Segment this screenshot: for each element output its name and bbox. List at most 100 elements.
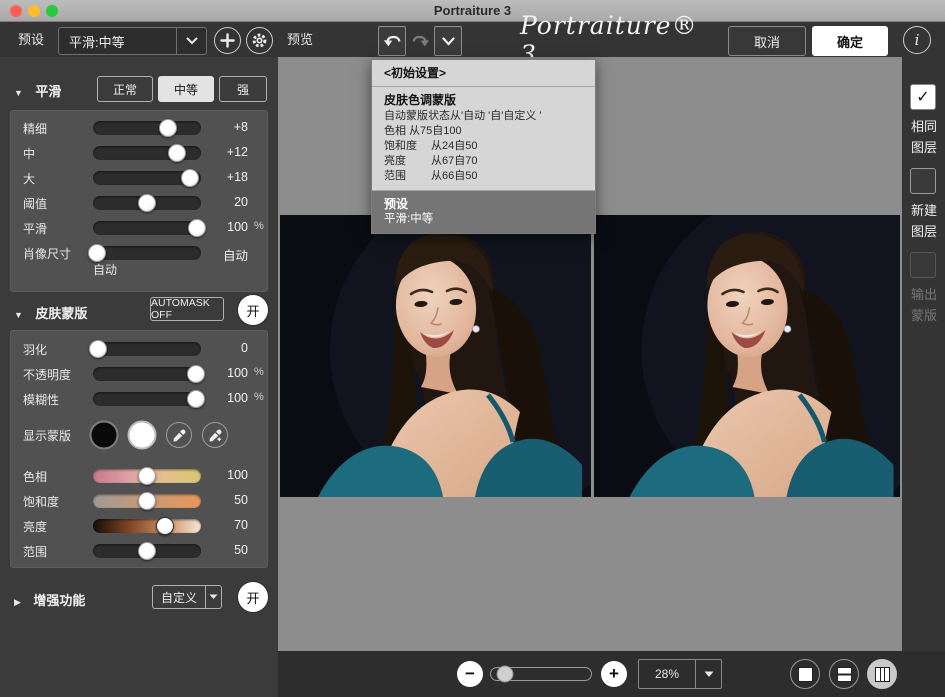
enhancements-title: 增强功能 bbox=[33, 593, 85, 608]
zoom-level-select[interactable]: 28% bbox=[638, 659, 722, 689]
history-controls bbox=[378, 26, 462, 56]
close-window-button[interactable] bbox=[10, 5, 22, 17]
mode-strong-button[interactable]: 强 bbox=[219, 76, 267, 102]
skin-mask-power-button[interactable]: 开 bbox=[238, 295, 268, 325]
slider-value: 20 bbox=[206, 195, 248, 209]
slider-value: +18 bbox=[206, 170, 248, 184]
zoom-level-value: 28% bbox=[639, 660, 695, 688]
slider-thumb[interactable] bbox=[181, 169, 199, 187]
history-entry-line: 饱和度 从24自50 bbox=[384, 139, 583, 154]
maximize-window-button[interactable] bbox=[46, 5, 58, 17]
enhancements-preset-select[interactable]: 自定义 bbox=[152, 585, 222, 609]
skin-mask-slider-group: 羽化 0 不透明度 100 % 模糊性 100 % 显示蒙版 bbox=[10, 330, 268, 568]
eyedropper-button[interactable] bbox=[166, 422, 192, 448]
preset-value: 平滑:中等 bbox=[59, 32, 176, 51]
large-slider[interactable] bbox=[93, 171, 201, 185]
enhancements-section-header[interactable]: ▶ 增强功能 bbox=[14, 590, 85, 610]
smoothing-slider[interactable] bbox=[93, 221, 201, 235]
slider-thumb[interactable] bbox=[187, 365, 205, 383]
preview-image-before[interactable] bbox=[280, 215, 591, 497]
slider-label: 中 bbox=[23, 145, 35, 162]
luminance-slider[interactable] bbox=[93, 519, 201, 533]
vertical-split-view-button[interactable] bbox=[867, 659, 897, 689]
mode-medium-button[interactable]: 中等 bbox=[158, 76, 214, 102]
enhancements-power-button[interactable]: 开 bbox=[238, 582, 268, 612]
vertical-split-icon bbox=[875, 667, 890, 682]
slider-value: 自动 bbox=[206, 245, 248, 264]
history-dropdown-button[interactable] bbox=[434, 26, 462, 56]
zoom-out-button[interactable]: − bbox=[457, 661, 483, 687]
smoothing-section-header[interactable]: ▼ 平滑 bbox=[14, 81, 61, 101]
automask-button[interactable]: AUTOMASK OFF bbox=[150, 297, 224, 321]
chevron-down-icon bbox=[176, 28, 206, 54]
eyedropper-icon bbox=[173, 429, 186, 442]
mask-black-swatch[interactable] bbox=[90, 421, 119, 450]
same-layer-label: 相同图层 bbox=[911, 116, 939, 158]
saturation-slider[interactable] bbox=[93, 494, 201, 508]
new-layer-checkbox[interactable] bbox=[910, 168, 936, 194]
left-panel: ▼ 平滑 正常 中等 强 精细 +8 中 +12 大 +18 bbox=[0, 57, 278, 697]
slider-thumb[interactable] bbox=[89, 340, 107, 358]
slider-value: 70 bbox=[206, 518, 248, 532]
same-layer-checkbox[interactable]: ✓ bbox=[910, 84, 936, 110]
slider-label: 精细 bbox=[23, 120, 47, 137]
skin-mask-section-header[interactable]: ▼ 皮肤蒙版 bbox=[14, 303, 87, 323]
settings-button[interactable] bbox=[246, 27, 273, 54]
info-button[interactable]: i bbox=[903, 26, 931, 54]
slider-thumb[interactable] bbox=[156, 517, 174, 535]
slider-thumb[interactable] bbox=[168, 144, 186, 162]
fuzziness-slider[interactable] bbox=[93, 392, 201, 406]
slider-label: 模糊性 bbox=[23, 391, 59, 408]
slider-sub-label: 自动 bbox=[93, 261, 117, 278]
latitude-slider[interactable] bbox=[93, 544, 201, 558]
history-item-initial[interactable]: <初始设置> bbox=[372, 60, 595, 87]
slider-thumb[interactable] bbox=[159, 119, 177, 137]
minimize-window-button[interactable] bbox=[28, 5, 40, 17]
history-item-skin-tone-mask[interactable]: 皮肤色调蒙版 自动蒙版状态从'自动 '自'自定义 ' 色相 从75自100 饱和… bbox=[372, 87, 595, 191]
mode-normal-button[interactable]: 正常 bbox=[97, 76, 153, 102]
slider-thumb[interactable] bbox=[138, 194, 156, 212]
cancel-button[interactable]: 取消 bbox=[728, 26, 806, 56]
single-view-button[interactable] bbox=[790, 659, 820, 689]
plus-icon bbox=[220, 33, 235, 48]
preset-select[interactable]: 平滑:中等 bbox=[58, 27, 207, 55]
output-mask-label: 输出蒙版 bbox=[911, 284, 939, 326]
feather-slider[interactable] bbox=[93, 342, 201, 356]
medium-slider[interactable] bbox=[93, 146, 201, 160]
opacity-slider[interactable] bbox=[93, 367, 201, 381]
slider-label: 亮度 bbox=[23, 518, 47, 535]
slider-thumb[interactable] bbox=[138, 492, 156, 510]
slider-thumb[interactable] bbox=[138, 467, 156, 485]
fine-slider[interactable] bbox=[93, 121, 201, 135]
zoom-slider-thumb[interactable] bbox=[497, 666, 514, 683]
zoom-slider[interactable] bbox=[490, 667, 592, 681]
undo-button[interactable] bbox=[378, 26, 406, 56]
output-mask-checkbox[interactable] bbox=[910, 252, 936, 278]
slider-thumb[interactable] bbox=[187, 390, 205, 408]
hue-slider[interactable] bbox=[93, 469, 201, 483]
eyedropper-plus-icon bbox=[209, 429, 222, 442]
mask-white-swatch[interactable] bbox=[128, 421, 157, 450]
slider-thumb[interactable] bbox=[88, 244, 106, 262]
slider-unit: % bbox=[254, 220, 264, 232]
ok-button[interactable]: 确定 bbox=[812, 26, 888, 56]
horizontal-split-view-button[interactable] bbox=[829, 659, 859, 689]
portrait-size-slider[interactable] bbox=[93, 246, 201, 260]
slider-value: 50 bbox=[206, 543, 248, 557]
threshold-slider[interactable] bbox=[93, 196, 201, 210]
slider-value: +8 bbox=[206, 120, 248, 134]
zoom-in-button[interactable]: + bbox=[601, 661, 627, 687]
redo-button[interactable] bbox=[406, 26, 434, 56]
slider-thumb[interactable] bbox=[188, 219, 206, 237]
single-view-icon bbox=[798, 667, 813, 682]
add-preset-button[interactable] bbox=[214, 27, 241, 54]
eyedropper-add-button[interactable] bbox=[202, 422, 228, 448]
slider-label: 大 bbox=[23, 170, 35, 187]
titlebar: Portraiture 3 bbox=[0, 0, 945, 22]
preview-image-after[interactable] bbox=[594, 215, 900, 497]
preset-label: 预设 bbox=[18, 25, 44, 55]
slider-thumb[interactable] bbox=[138, 542, 156, 560]
history-entry-line: 自动蒙版状态从'自动 '自'自定义 ' bbox=[384, 109, 583, 124]
portraiture-window: Portraiture 3 预设 平滑:中等 预览 bbox=[0, 0, 945, 697]
history-item-preset-selected[interactable]: 预设 平滑:中等 bbox=[372, 191, 595, 233]
